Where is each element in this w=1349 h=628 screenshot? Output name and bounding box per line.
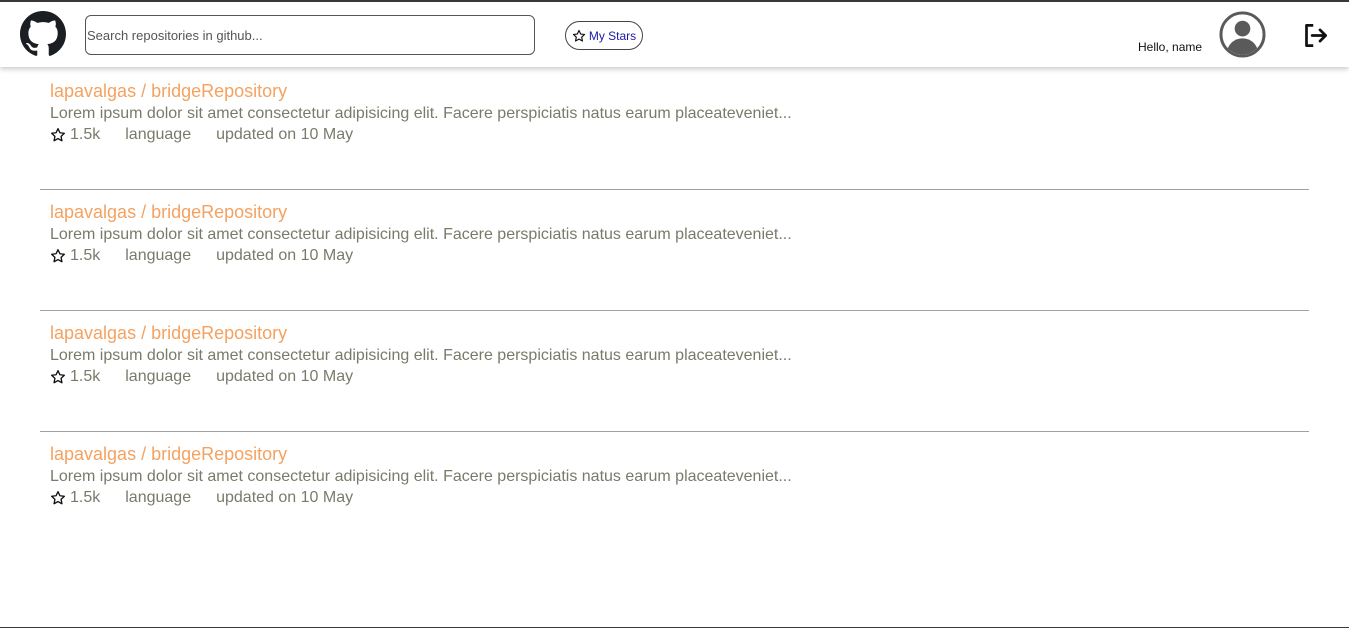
repo-meta: 1.5k language updated on 10 May (50, 247, 353, 265)
repo-language: language (125, 247, 192, 264)
repo-updated: updated on 10 May (216, 247, 354, 264)
logout-icon[interactable] (1302, 22, 1329, 49)
top-navbar: My Stars Hello, name (0, 2, 1349, 67)
repo-meta: 1.5k language updated on 10 May (50, 489, 353, 507)
repo-updated: updated on 10 May (216, 368, 354, 385)
github-icon[interactable] (20, 11, 66, 57)
user-greeting: Hello, name (1138, 40, 1203, 54)
page: My Stars Hello, name lapavalgas / bridge… (0, 0, 1349, 628)
repo-star-count: 1.5k (70, 126, 101, 143)
repo-language: language (125, 126, 192, 143)
repo-title-link[interactable]: lapavalgas / bridgeRepository (50, 444, 287, 465)
repo-description: Lorem ipsum dolor sit amet consectetur a… (50, 226, 792, 243)
repo-updated: updated on 10 May (216, 489, 354, 506)
repo-item: lapavalgas / bridgeRepository Lorem ipsu… (40, 432, 1309, 553)
repo-language: language (125, 368, 192, 385)
repo-item: lapavalgas / bridgeRepository Lorem ipsu… (40, 69, 1309, 190)
repo-description: Lorem ipsum dolor sit amet consectetur a… (50, 105, 792, 122)
user-avatar-icon[interactable] (1219, 11, 1266, 58)
star-icon (51, 127, 65, 142)
repo-star-count: 1.5k (70, 368, 101, 385)
star-icon (51, 370, 65, 384)
star-outline-icon (572, 29, 585, 42)
repo-star-count: 1.5k (70, 489, 101, 506)
repo-description: Lorem ipsum dolor sit amet consectetur a… (50, 347, 792, 364)
star-icon (51, 491, 65, 505)
repo-item: lapavalgas / bridgeRepository Lorem ipsu… (40, 311, 1309, 432)
repo-meta: 1.5k language updated on 10 May (50, 126, 353, 144)
repo-title-link[interactable]: lapavalgas / bridgeRepository (50, 81, 287, 102)
repo-meta: 1.5k language updated on 10 May (50, 368, 353, 386)
repo-title-link[interactable]: lapavalgas / bridgeRepository (50, 202, 287, 223)
repo-language: language (125, 489, 192, 506)
repo-updated: updated on 10 May (216, 126, 354, 143)
repo-item: lapavalgas / bridgeRepository Lorem ipsu… (40, 190, 1309, 311)
my-stars-label: My Stars (588, 28, 637, 43)
repo-description: Lorem ipsum dolor sit amet consectetur a… (50, 468, 792, 485)
repo-title-link[interactable]: lapavalgas / bridgeRepository (50, 323, 287, 344)
star-icon (51, 249, 65, 263)
my-stars-button[interactable]: My Stars (565, 21, 643, 50)
repo-star-count: 1.5k (70, 247, 101, 264)
search-input[interactable] (85, 15, 535, 55)
